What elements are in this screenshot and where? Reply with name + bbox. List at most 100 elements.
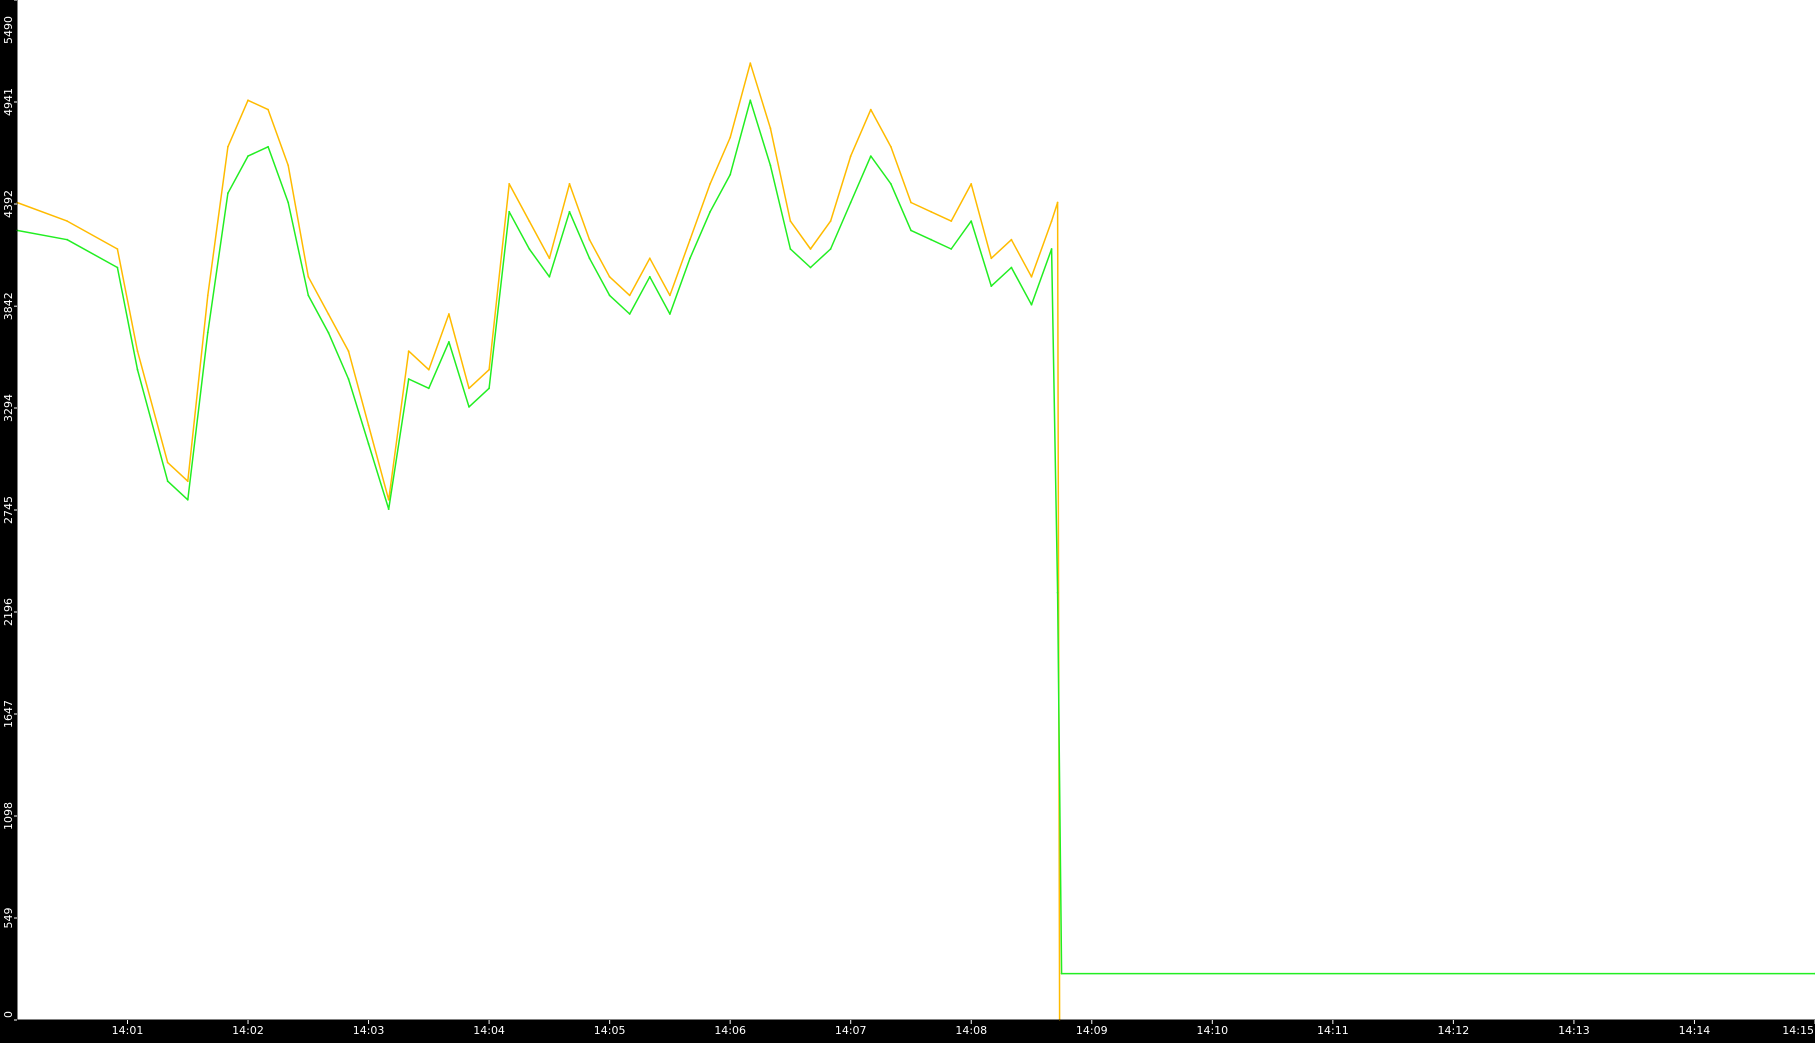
series-1-point (468, 406, 470, 408)
series-0-point (327, 313, 330, 315)
y-tick-label: 3294 (2, 394, 15, 422)
x-tick-label: 14:02 (232, 1024, 264, 1037)
plot-area (17, 0, 1815, 1020)
y-tick-label: 2196 (2, 598, 15, 626)
x-tick-label: 14:11 (1317, 1024, 1349, 1037)
series-0-point (1030, 275, 1033, 278)
series-1-point (448, 341, 450, 343)
y-tick-label: 0 (2, 1011, 15, 1018)
series-1-point (247, 155, 249, 158)
series-0-point (186, 480, 189, 483)
series-1-point (166, 480, 169, 483)
series-1-point (749, 99, 752, 102)
y-tick-label: 1098 (2, 802, 15, 830)
series-0-point (869, 108, 872, 111)
series-0-point (588, 238, 591, 241)
series-1-point (347, 378, 350, 380)
series-1-point (568, 210, 571, 213)
chart: 0 549 1098 1647 2196 2745 3294 3842 4392 4941 5490… (0, 0, 1815, 1039)
series-1-point (287, 201, 290, 204)
series-0-point (729, 136, 732, 139)
series-0-point (307, 275, 310, 278)
x-tick-label: 14:15 (1782, 1024, 1814, 1037)
y-tick-label: 2745 (2, 496, 15, 524)
series-1-point (206, 331, 209, 334)
x-tick-label: 14:12 (1438, 1024, 1470, 1037)
series-1-point (628, 313, 631, 315)
series-0-point (849, 155, 852, 158)
series-1-point (809, 266, 812, 269)
series-0-point (116, 248, 119, 250)
series-1-point (689, 257, 691, 260)
series-1-point (849, 201, 852, 204)
series-0-point (1056, 201, 1059, 204)
series-0-point (689, 238, 691, 241)
x-tick-label: 14:09 (1076, 1024, 1108, 1037)
y-tick-label: 4392 (2, 190, 15, 218)
series-1-point (970, 220, 973, 223)
x-tick-label: 14:14 (1679, 1024, 1711, 1037)
series-0-point (407, 350, 410, 352)
series-0-point (990, 257, 993, 260)
series-1-point (367, 443, 370, 445)
series-0-point (648, 257, 651, 260)
series-0-point (1010, 238, 1013, 241)
series-0-point (749, 62, 752, 65)
series-0-point (287, 164, 290, 167)
series-0-point (267, 108, 269, 111)
x-tick-label: 14:06 (714, 1024, 746, 1037)
series-0-point (910, 201, 912, 204)
y-tick-label: 1647 (2, 700, 15, 728)
series-0-point (508, 183, 511, 185)
series-1-point (950, 248, 953, 250)
series-0-point (970, 183, 973, 185)
series-1-point (669, 313, 671, 315)
series-1-point (990, 285, 993, 287)
series-0-point (227, 145, 229, 148)
series-1-point (769, 164, 772, 167)
series-1-point (648, 275, 651, 278)
series-1-point (709, 210, 711, 213)
series-1-point (116, 266, 119, 269)
series-0-point (528, 220, 531, 223)
series-0-point (669, 294, 671, 297)
series-1-point (327, 331, 330, 334)
series-0-point (829, 220, 832, 223)
series-1-point (307, 294, 310, 297)
series-1-point (789, 248, 792, 250)
series-1-point (548, 275, 551, 278)
x-tick-label: 14:13 (1558, 1024, 1590, 1037)
x-tick-label: 14:08 (955, 1024, 987, 1037)
x-tick-label: 14:01 (112, 1024, 144, 1037)
series-1-point (729, 173, 732, 176)
x-tick-label: 14:10 (1196, 1024, 1228, 1037)
series-1-point (508, 210, 511, 213)
series-0-point (890, 145, 892, 148)
series-1-point (1056, 591, 1059, 594)
series-1-point (1010, 266, 1013, 269)
series-1-point (186, 498, 189, 501)
series-0-point (347, 350, 350, 352)
y-tick-label: 3842 (2, 292, 15, 320)
series-1-point (267, 145, 269, 148)
series-1-point (890, 183, 892, 185)
series-0-point (206, 294, 209, 297)
series-0-point (247, 99, 249, 102)
series-1-point (488, 387, 490, 390)
series-0-point (367, 424, 370, 427)
series-1-point (227, 192, 229, 195)
x-tick-label: 14:04 (473, 1024, 505, 1037)
series-0-point (789, 220, 792, 223)
series-0-point (1050, 220, 1053, 223)
chart-svg: 0 549 1098 1647 2196 2745 3294 3842 4392 4941 5490… (0, 0, 1815, 1039)
series-0-point (608, 275, 611, 278)
series-1-point (910, 229, 912, 232)
series-0-point (809, 248, 812, 250)
y-tick-label: 549 (2, 908, 15, 929)
series-0-point (709, 183, 711, 185)
series-1-point (136, 368, 139, 371)
series-0-point (427, 368, 430, 371)
series-1-point (387, 508, 390, 510)
series-1-point (1060, 972, 1063, 975)
series-0-point (66, 220, 69, 223)
